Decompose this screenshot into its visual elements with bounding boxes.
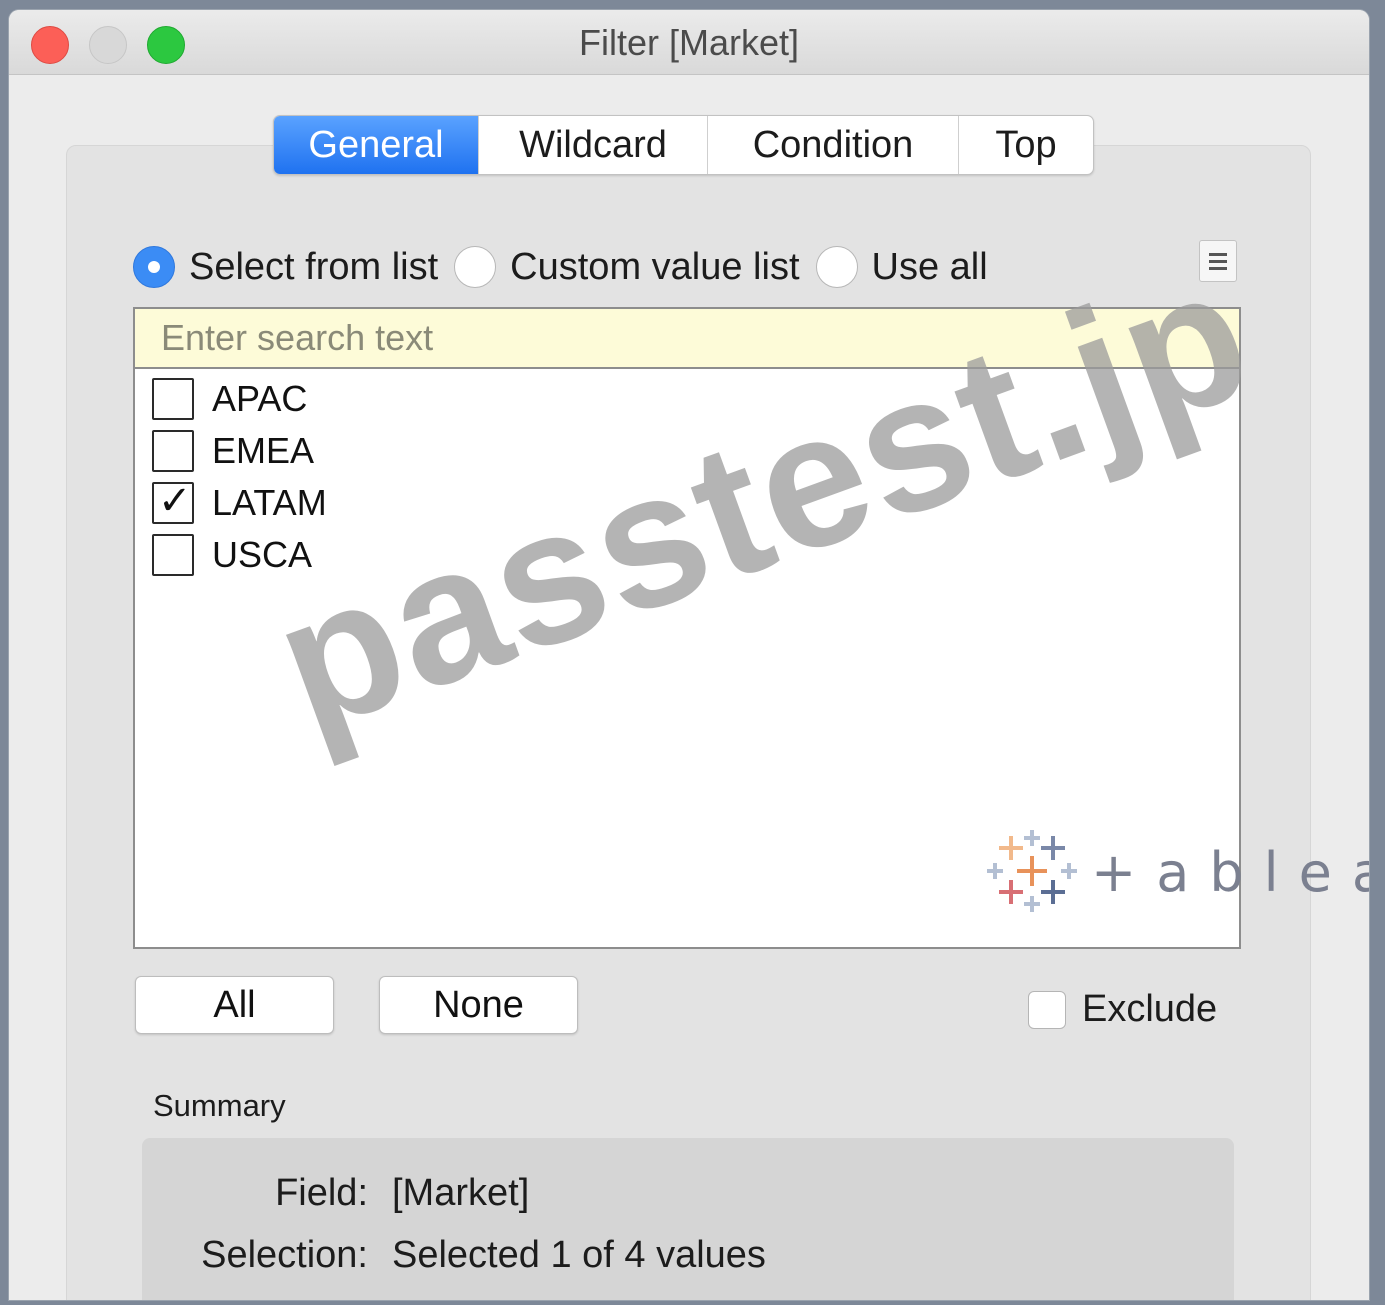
exclude-label[interactable]: Exclude bbox=[1082, 988, 1217, 1031]
checkmark-icon: ✓ bbox=[158, 478, 192, 524]
select-from-list-label[interactable]: Select from list bbox=[189, 246, 438, 289]
tab-top[interactable]: Top bbox=[958, 116, 1093, 174]
custom-value-list-radio[interactable] bbox=[454, 246, 497, 288]
list-menu-icon[interactable] bbox=[1199, 240, 1237, 282]
select-from-list-radio[interactable] bbox=[133, 246, 175, 288]
select-all-button[interactable]: All bbox=[135, 976, 334, 1034]
field-key: Field: bbox=[275, 1172, 368, 1214]
list-item-label: EMEA bbox=[212, 430, 315, 471]
use-all-label[interactable]: Use all bbox=[872, 246, 988, 289]
select-none-button[interactable]: None bbox=[379, 976, 578, 1034]
summary-field-row: Field: [Market] bbox=[142, 1172, 529, 1220]
exclude-toggle[interactable]: Exclude bbox=[1028, 988, 1217, 1031]
title-bar: Filter [Market] bbox=[9, 10, 1369, 75]
selection-value: Selected 1 of 4 values bbox=[392, 1234, 766, 1276]
list-item-emea[interactable]: EMEA bbox=[152, 425, 327, 477]
tableau-wordmark: +ableau bbox=[1091, 840, 1369, 904]
selection-key: Selection: bbox=[201, 1234, 368, 1276]
latam-checkbox[interactable]: ✓ bbox=[152, 478, 194, 524]
list-item-usca[interactable]: USCA bbox=[152, 529, 327, 581]
list-item-label: LATAM bbox=[212, 482, 327, 523]
summary-box: Field: [Market] Selection: Selected 1 of… bbox=[142, 1138, 1234, 1300]
filter-dialog: Filter [Market] General Wildcard Conditi… bbox=[9, 10, 1369, 1300]
exclude-checkbox[interactable] bbox=[1028, 990, 1066, 1029]
apac-checkbox[interactable] bbox=[152, 378, 194, 420]
value-items: APAC EMEA ✓ LATAM USCA bbox=[152, 373, 327, 581]
list-item-label: USCA bbox=[212, 534, 313, 575]
list-item-label: APAC bbox=[212, 378, 308, 419]
summary-heading: Summary bbox=[153, 1088, 286, 1123]
custom-value-list-label[interactable]: Custom value list bbox=[510, 246, 799, 289]
tableau-logo-icon bbox=[987, 830, 1077, 912]
tableau-logo: +ableau bbox=[987, 830, 1369, 914]
usca-checkbox[interactable] bbox=[152, 534, 194, 576]
field-value: [Market] bbox=[392, 1172, 530, 1214]
list-item-latam[interactable]: ✓ LATAM bbox=[152, 477, 327, 529]
list-item-apac[interactable]: APAC bbox=[152, 373, 327, 425]
tab-condition[interactable]: Condition bbox=[707, 116, 958, 174]
summary-selection-row: Selection: Selected 1 of 4 values bbox=[142, 1234, 766, 1282]
search-input[interactable] bbox=[135, 309, 1239, 369]
filter-tabs: General Wildcard Condition Top bbox=[273, 115, 1094, 175]
use-all-radio[interactable] bbox=[815, 246, 858, 288]
tab-general[interactable]: General bbox=[274, 116, 478, 174]
window-title: Filter [Market] bbox=[578, 22, 800, 63]
mode-radio-group: Select from list Custom value list Use a… bbox=[133, 242, 1004, 292]
tab-wildcard[interactable]: Wildcard bbox=[478, 116, 707, 174]
emea-checkbox[interactable] bbox=[152, 430, 194, 472]
